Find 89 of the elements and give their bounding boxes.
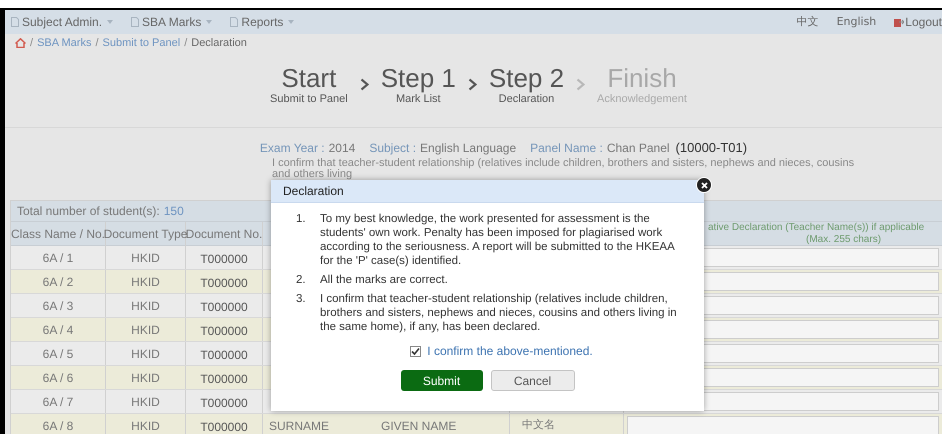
step-subtitle: Declaration bbox=[498, 92, 554, 106]
language-link[interactable]: 中文 bbox=[796, 14, 819, 30]
cancel-button[interactable]: Cancel bbox=[490, 370, 574, 391]
document-icon bbox=[11, 17, 19, 27]
column-header: ative Declaration (Teacher Name(s)) if applicable bbox=[708, 222, 924, 234]
table-cell-text: HKID bbox=[131, 250, 160, 266]
step-subtitle: Acknowledgement bbox=[597, 92, 687, 106]
close-icon bbox=[700, 182, 708, 188]
table-cell-text: 6A / 1 bbox=[42, 250, 74, 266]
info-label: Exam Year : bbox=[260, 141, 325, 155]
confirm-checkbox[interactable] bbox=[410, 346, 422, 356]
total-count: 150 bbox=[164, 203, 184, 220]
chevron-icon bbox=[468, 78, 477, 91]
chevron-icon bbox=[576, 78, 586, 91]
table-cell-text: HKID bbox=[131, 418, 160, 434]
info-value: 2014 bbox=[328, 141, 356, 155]
breadcrumb-separator: / bbox=[95, 36, 99, 51]
table-cell-text: HKID bbox=[131, 274, 160, 290]
breadcrumb-separator: / bbox=[184, 36, 188, 51]
table-cell-text: T000000 bbox=[200, 251, 248, 268]
table-cell-text: 6A / 3 bbox=[42, 298, 74, 314]
table-cell-text: HKID bbox=[131, 370, 160, 386]
breadcrumb-link[interactable]: SBA Marks bbox=[37, 34, 92, 52]
item-number: 2. bbox=[296, 273, 307, 287]
table-cell-text: T000000 bbox=[200, 419, 248, 434]
step-subtitle: Submit to Panel bbox=[270, 92, 348, 106]
breadcrumb-separator: / bbox=[30, 36, 34, 51]
step-title: Finish bbox=[607, 64, 677, 92]
logout-link[interactable]: Logout bbox=[894, 13, 942, 31]
nav-menu[interactable]: SBA Marks bbox=[131, 13, 212, 31]
total-label: Total number of student(s): bbox=[17, 203, 160, 220]
declaration-item: All the marks are correct. bbox=[320, 273, 448, 287]
document-icon bbox=[131, 17, 140, 27]
logout-icon bbox=[894, 17, 904, 27]
table-cell-text: GIVEN NAME bbox=[381, 418, 456, 434]
confirm-label[interactable]: I confirm the above-mentioned. bbox=[427, 342, 593, 360]
info-label: Subject : bbox=[369, 141, 416, 155]
item-number: 1. bbox=[296, 212, 307, 227]
panel-code: (10000-T01) bbox=[676, 141, 748, 155]
breadcrumb-current: Declaration bbox=[191, 36, 247, 51]
language-link[interactable]: English bbox=[836, 14, 876, 30]
caret-icon bbox=[107, 20, 114, 24]
table-cell-text: T000000 bbox=[200, 395, 248, 412]
step-title: Start bbox=[281, 64, 336, 92]
table-cell-text: 6A / 4 bbox=[42, 322, 74, 338]
submit-button[interactable]: Submit bbox=[400, 370, 482, 391]
column-header: Class Name / No. bbox=[10, 226, 106, 243]
table-cell-text: HKID bbox=[131, 346, 160, 362]
table-cell-text: 6A / 2 bbox=[42, 274, 74, 290]
item-number: 3. bbox=[296, 292, 307, 307]
column-note: (Max. 255 chars) bbox=[806, 234, 882, 246]
dialog-title: Declaration bbox=[283, 183, 344, 200]
table-cell-text: 中文名 bbox=[522, 417, 555, 434]
table-cell-text: 6A / 6 bbox=[42, 370, 74, 386]
notice-text: and others living bbox=[272, 169, 352, 180]
table-cell-text: T000000 bbox=[200, 371, 248, 388]
step-title: Step 1 bbox=[380, 64, 456, 92]
info-value: English Language bbox=[420, 141, 516, 155]
info-value: Chan Panel bbox=[606, 141, 670, 155]
table-cell-text: T000000 bbox=[200, 323, 248, 340]
table-cell-text: HKID bbox=[131, 322, 160, 338]
home-icon[interactable] bbox=[15, 38, 26, 48]
table-cell-text: HKID bbox=[131, 394, 160, 410]
table-cell-text: 6A / 8 bbox=[42, 418, 74, 434]
table-cell-text: T000000 bbox=[200, 275, 248, 292]
column-header: Document Type bbox=[104, 226, 188, 243]
caret-icon bbox=[288, 20, 294, 24]
declaration-input[interactable] bbox=[627, 416, 939, 434]
table-cell-text: T000000 bbox=[200, 299, 248, 316]
declaration-item: To my best knowledge, the work presented for assessment is the students' own work. Penalty has been imposed for plagiarised work according to the seriousness. A report will be submitted to the HKEAA for the 'P' case(s) identified. bbox=[320, 212, 676, 268]
chevron-icon bbox=[360, 78, 369, 91]
breadcrumb-link[interactable]: Submit to Panel bbox=[102, 34, 180, 52]
info-label: Panel Name : bbox=[530, 141, 603, 155]
document-icon bbox=[230, 17, 238, 27]
column-header: Document No. bbox=[186, 226, 262, 243]
close-button[interactable] bbox=[696, 177, 712, 193]
table-cell-text: 6A / 7 bbox=[42, 394, 74, 410]
declaration-item: I confirm that teacher-student relationship (relatives include children, brothers and sisters, nephews and nieces, cousins and others living in the same home), if any, has been declared. bbox=[320, 292, 678, 334]
nav-menu[interactable]: Reports bbox=[230, 13, 294, 31]
nav-menu[interactable]: Subject Admin. bbox=[11, 13, 114, 31]
table-cell-text: 6A / 5 bbox=[42, 346, 74, 362]
step-title: Step 2 bbox=[488, 64, 564, 92]
check-icon bbox=[411, 346, 420, 356]
notice-text: I confirm that teacher-student relationship (relatives include children, brothers and sisters, nephews and nieces, cousins bbox=[272, 158, 854, 169]
table-cell-text: HKID bbox=[131, 298, 160, 314]
table-cell-text: T000000 bbox=[200, 347, 248, 364]
step-subtitle: Mark List bbox=[396, 92, 441, 106]
table-cell-text: SURNAME bbox=[269, 418, 330, 434]
caret-icon bbox=[206, 20, 212, 24]
